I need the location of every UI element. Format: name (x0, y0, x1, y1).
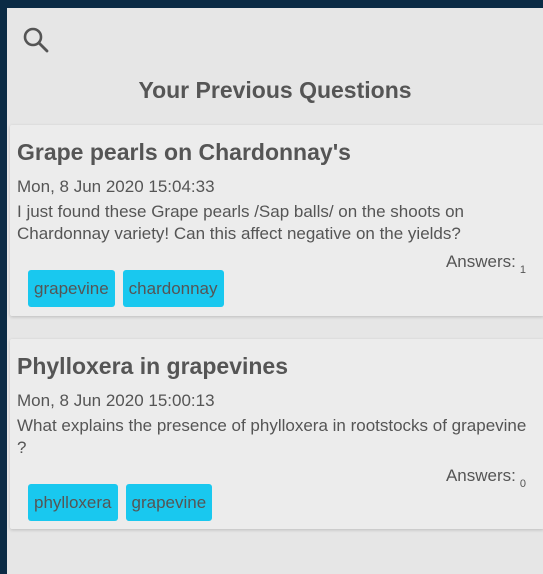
tag-chip[interactable]: grapevine (125, 484, 213, 521)
question-date: Mon, 8 Jun 2020 15:04:33 (17, 177, 215, 196)
answers-count: 1 (519, 264, 526, 276)
question-title: Grape pearls on Chardonnay's (17, 139, 351, 165)
tag-chip[interactable]: phylloxera (28, 484, 118, 521)
app-screen: Your Previous Questions Grape pearls on … (7, 8, 543, 574)
page-title: Your Previous Questions (138, 77, 412, 103)
question-card[interactable]: Grape pearls on Chardonnay's Mon, 8 Jun … (10, 125, 543, 316)
question-body: What explains the presence of phylloxera… (17, 416, 527, 457)
answers-indicator: Answers: 1 (446, 252, 526, 276)
question-title: Phylloxera in grapevines (17, 353, 289, 379)
question-date: Mon, 8 Jun 2020 15:00:13 (17, 391, 215, 410)
answers-indicator: Answers: 0 (446, 466, 526, 490)
question-body: I just found these Grape pearls /Sap bal… (17, 202, 465, 243)
question-card[interactable]: Phylloxera in grapevines Mon, 8 Jun 2020… (10, 339, 543, 529)
answers-count: 0 (519, 478, 526, 490)
tag-chip[interactable]: chardonnay (122, 270, 224, 307)
tag-list: grapevine chardonnay (28, 270, 224, 307)
search-icon[interactable] (21, 25, 51, 55)
tag-chip[interactable]: grapevine (28, 270, 115, 307)
tag-list: phylloxera grapevine (28, 484, 213, 521)
answers-label: Answers: (445, 466, 516, 485)
answers-label: Answers: (445, 252, 516, 271)
